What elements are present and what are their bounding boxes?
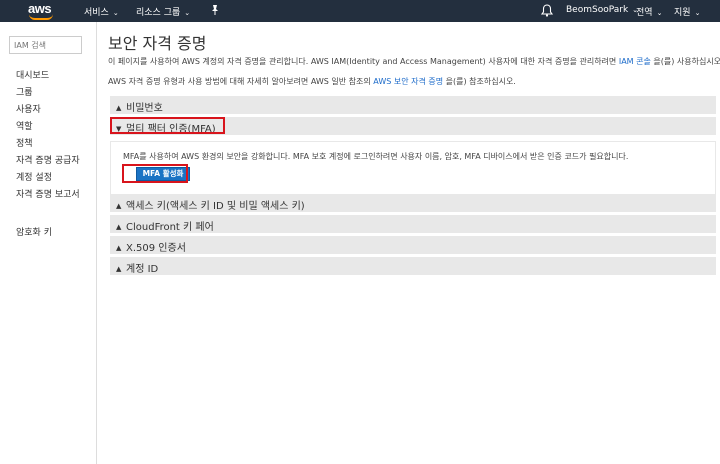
- collapse-triangle-icon: ▲: [116, 104, 122, 112]
- sidebar-item-policies[interactable]: 정책: [16, 136, 33, 149]
- iam-console-link[interactable]: IAM 콘솔: [619, 57, 651, 66]
- section-x509[interactable]: ▲ X.509 인증서: [110, 236, 716, 255]
- sidebar-item-users[interactable]: 사용자: [16, 102, 41, 115]
- desc2-text: AWS 자격 증명 유형과 사용 방법에 대해 자세히 알아보려면 AWS 일반…: [108, 77, 374, 86]
- sidebar-item-identity-providers[interactable]: 자격 증명 공급자: [16, 153, 80, 166]
- desc2-suffix: 을(를) 참조하십시오.: [443, 77, 516, 86]
- section-cloudfront[interactable]: ▲ CloudFront 키 페어: [110, 215, 716, 234]
- aws-logo[interactable]: aws: [28, 1, 56, 21]
- collapse-triangle-icon: ▲: [116, 265, 122, 273]
- security-credentials-link[interactable]: AWS 보안 자격 증명: [373, 77, 443, 86]
- section-password-label: 비밀번호: [126, 103, 163, 114]
- mfa-section-highlight: [110, 117, 225, 134]
- page-description-1: 이 페이지를 사용하여 AWS 계정의 자격 증명을 관리합니다. AWS IA…: [108, 56, 720, 67]
- resource-groups-label: 리소스 그룹: [136, 8, 181, 18]
- sidebar-item-groups[interactable]: 그룹: [16, 85, 33, 98]
- page-title: 보안 자격 증명: [108, 34, 207, 53]
- section-account-id[interactable]: ▲ 계정 ID: [110, 257, 716, 276]
- sidebar: 대시보드 그룹 사용자 역할 정책 자격 증명 공급자 계정 설정 자격 증명 …: [0, 22, 97, 464]
- support-label: 지원: [674, 8, 691, 18]
- sidebar-item-credential-report[interactable]: 자격 증명 보고서: [16, 187, 80, 200]
- iam-search-input[interactable]: [9, 36, 82, 54]
- mfa-button-highlight: [122, 164, 188, 183]
- services-menu[interactable]: 서비스 ⌄: [84, 5, 119, 18]
- main-content: 보안 자격 증명 이 페이지를 사용하여 AWS 계정의 자격 증명을 관리합니…: [98, 22, 720, 464]
- sidebar-item-account-settings[interactable]: 계정 설정: [16, 170, 52, 183]
- services-label: 서비스: [84, 8, 109, 18]
- sidebar-item-encryption-keys[interactable]: 암호화 키: [16, 225, 52, 238]
- sidebar-item-dashboard[interactable]: 대시보드: [16, 68, 49, 81]
- aws-smile-icon: [29, 14, 53, 20]
- desc1-suffix: 을(를) 사용하십시오.: [650, 57, 720, 66]
- chevron-down-icon: ⌄: [656, 9, 663, 17]
- desc1-text: 이 페이지를 사용하여 AWS 계정의 자격 증명을 관리합니다. AWS IA…: [108, 57, 619, 66]
- mfa-section-body: MFA를 사용하여 AWS 환경의 보안을 강화합니다. MFA 보호 계정에 …: [110, 141, 716, 201]
- chevron-down-icon: ⌄: [184, 9, 191, 17]
- pin-icon[interactable]: [210, 4, 220, 16]
- page-description-2: AWS 자격 증명 유형과 사용 방법에 대해 자세히 알아보려면 AWS 일반…: [108, 76, 516, 87]
- chevron-down-icon: ⌄: [694, 9, 701, 17]
- region-menu[interactable]: 전역 ⌄: [636, 5, 662, 18]
- collapse-triangle-icon: ▲: [116, 244, 122, 252]
- collapse-triangle-icon: ▲: [116, 223, 122, 231]
- section-x509-label: X.509 인증서: [126, 243, 186, 254]
- top-navigation-bar: aws 서비스 ⌄ 리소스 그룹 ⌄ BeomSooPark ⌄ 전역 ⌄ 지원 ⌄: [0, 0, 720, 22]
- mfa-description: MFA를 사용하여 AWS 환경의 보안을 강화합니다. MFA 보호 계정에 …: [123, 152, 629, 161]
- section-access-keys[interactable]: ▲ 액세스 키(액세스 키 ID 및 비밀 액세스 키): [110, 194, 716, 213]
- bell-icon[interactable]: [541, 4, 553, 17]
- support-menu[interactable]: 지원 ⌄: [674, 5, 700, 18]
- section-access-keys-label: 액세스 키(액세스 키 ID 및 비밀 액세스 키): [126, 201, 305, 212]
- account-menu[interactable]: BeomSooPark ⌄: [566, 5, 638, 15]
- section-cloudfront-label: CloudFront 키 페어: [126, 222, 214, 233]
- resource-groups-menu[interactable]: 리소스 그룹 ⌄: [136, 5, 190, 18]
- sidebar-item-roles[interactable]: 역할: [16, 119, 33, 132]
- section-account-id-label: 계정 ID: [126, 264, 159, 275]
- collapse-triangle-icon: ▲: [116, 202, 122, 210]
- account-name: BeomSooPark: [566, 5, 629, 15]
- region-label: 전역: [636, 8, 653, 18]
- chevron-down-icon: ⌄: [112, 9, 119, 17]
- section-password[interactable]: ▲ 비밀번호: [110, 96, 716, 115]
